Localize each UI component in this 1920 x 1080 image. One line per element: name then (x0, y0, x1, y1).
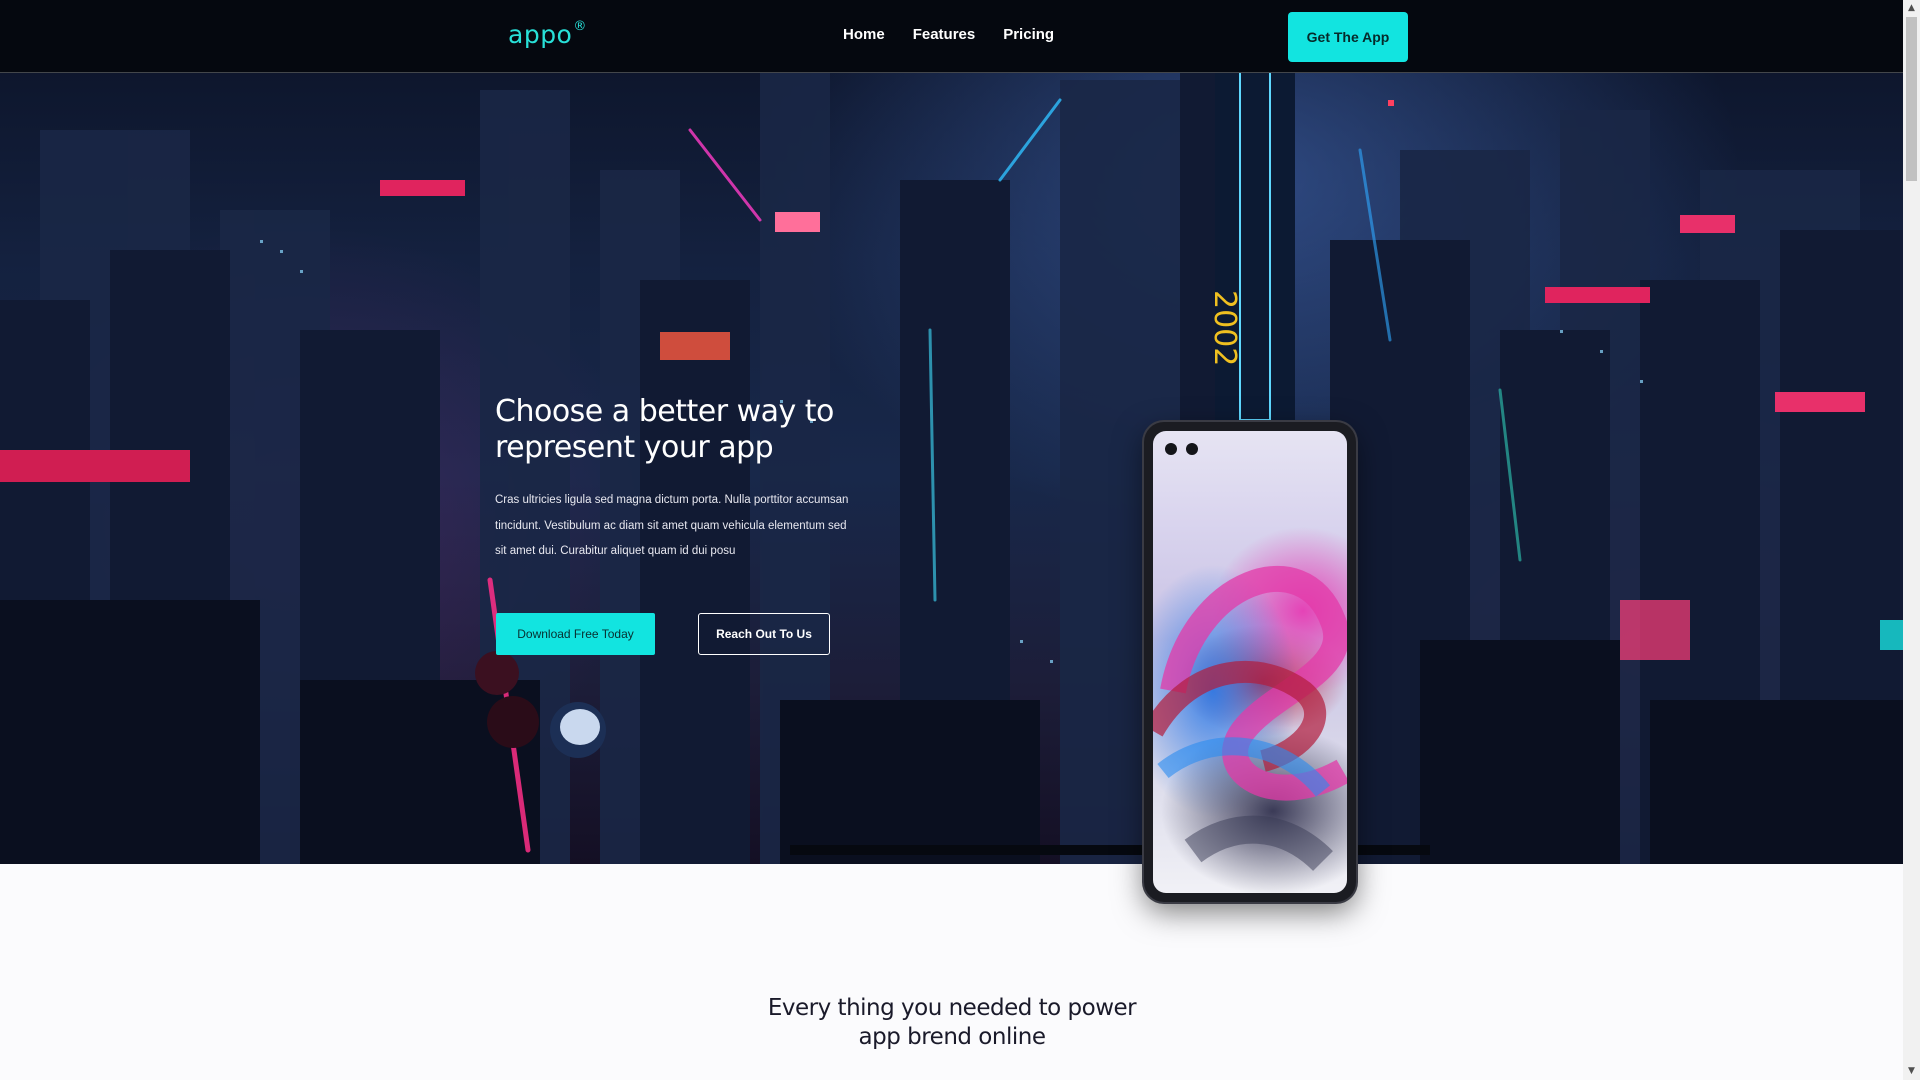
wallpaper-swirl (1153, 566, 1347, 872)
city-skyline-illustration: 2002 (0, 0, 1903, 864)
landing-page: 2002 appo® Home Features Pricing Get The… (0, 0, 1920, 1080)
logo-text: appo (508, 20, 573, 49)
scrollbar-thumb[interactable] (1906, 17, 1917, 181)
reach-out-button[interactable]: Reach Out To Us (698, 613, 830, 655)
scroll-up-arrow-icon[interactable]: ▲ (1903, 0, 1920, 17)
nav-features-link[interactable]: Features (913, 26, 976, 43)
download-free-button[interactable]: Download Free Today (496, 613, 655, 655)
hero-description: Cras ultricies ligula sed magna dictum p… (495, 494, 849, 557)
hero-background: 2002 (0, 0, 1903, 864)
site-header: appo® Home Features Pricing Get The App (0, 0, 1903, 73)
features-section-title: Every thing you needed to power app bren… (767, 995, 1137, 1050)
nav-pricing-link[interactable]: Pricing (1003, 26, 1054, 43)
phone-mockup-icon (1144, 422, 1356, 902)
phone-screen-wallpaper (1153, 431, 1347, 893)
get-the-app-button[interactable]: Get The App (1288, 12, 1408, 62)
nav-home-link[interactable]: Home (843, 26, 885, 43)
hero-title: Choose a better way to represent your ap… (495, 394, 834, 465)
page-scrollbar[interactable]: ▲ ▼ (1903, 0, 1920, 1080)
main-nav: Home Features Pricing (843, 26, 1082, 43)
scroll-down-arrow-icon[interactable]: ▼ (1903, 1063, 1920, 1080)
svg-text:2002: 2002 (1207, 290, 1242, 366)
brand-logo[interactable]: appo® (508, 18, 587, 49)
registered-mark: ® (573, 18, 587, 34)
